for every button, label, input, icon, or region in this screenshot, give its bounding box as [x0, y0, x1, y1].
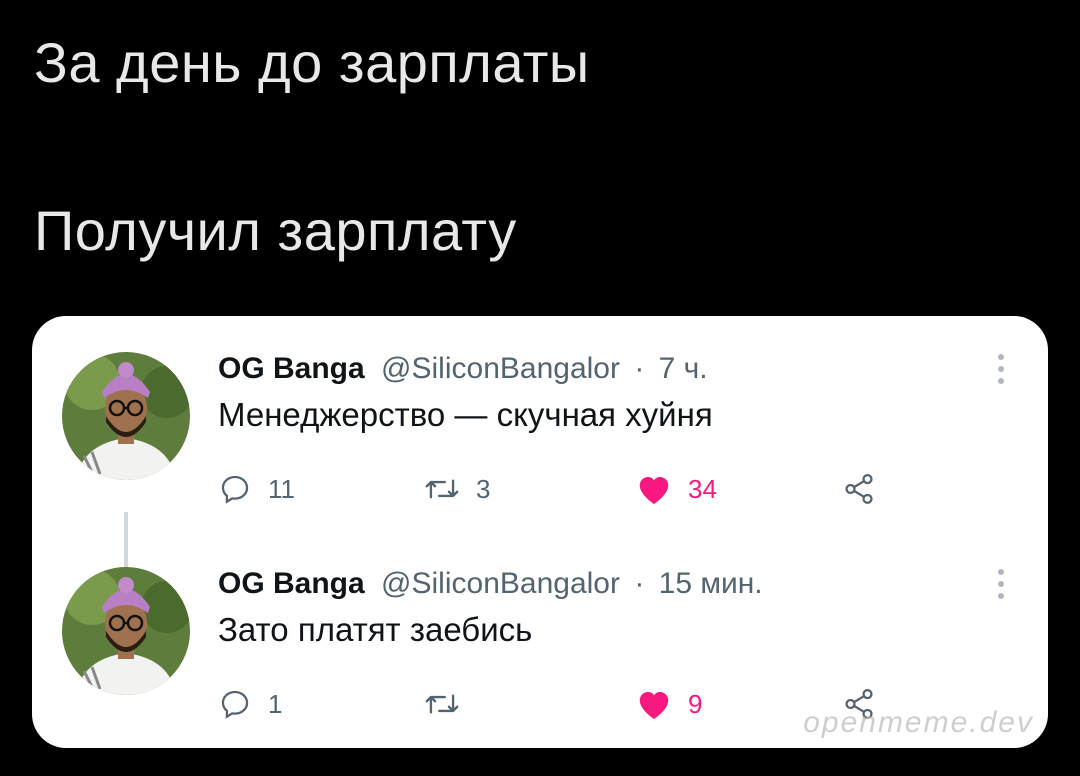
watermark: openmeme.dev	[803, 706, 1034, 739]
reply-icon	[221, 475, 249, 504]
reply-count: 1	[268, 688, 283, 719]
retweet-button[interactable]: 3	[424, 472, 490, 506]
separator: ·	[634, 352, 645, 385]
tweet-header: OG Banga @SiliconBangalor · 7 ч.	[218, 352, 708, 386]
more-options-icon[interactable]	[998, 569, 1006, 599]
heart-icon	[639, 692, 669, 719]
caption-bottom: Получил зарплату	[34, 199, 517, 262]
retweet-button[interactable]	[424, 687, 476, 721]
avatar[interactable]	[62, 567, 190, 695]
like-count: 34	[688, 473, 717, 504]
user-handle[interactable]: @SiliconBangalor	[381, 352, 620, 385]
avatar[interactable]	[62, 352, 190, 480]
tweet-actions: 11 3 34	[32, 472, 1048, 512]
retweet-count: 3	[476, 473, 491, 504]
separator: ·	[634, 567, 645, 600]
tweet-header: OG Banga @SiliconBangalor · 15 мин.	[218, 567, 763, 601]
like-button[interactable]: 34	[636, 472, 717, 506]
tweet-text: Зато платят заебись	[218, 611, 533, 648]
reply-count: 11	[268, 473, 295, 504]
user-handle[interactable]: @SiliconBangalor	[381, 567, 620, 600]
reply-icon	[221, 690, 249, 719]
more-options-icon[interactable]	[998, 354, 1006, 384]
retweet-icon	[425, 694, 459, 714]
share-button[interactable]	[842, 472, 876, 506]
display-name[interactable]: OG Banga	[218, 567, 365, 600]
like-count: 9	[688, 688, 703, 719]
like-button[interactable]: 9	[636, 687, 702, 721]
reply-button[interactable]: 1	[218, 687, 282, 721]
reply-button[interactable]: 11	[218, 472, 295, 506]
heart-icon	[639, 477, 669, 504]
tweet-card: OG Banga @SiliconBangalor · 7 ч. Менедже…	[32, 316, 1048, 748]
timestamp[interactable]: 7 ч.	[659, 352, 708, 385]
retweet-icon	[425, 479, 459, 499]
tweet-text: Менеджерство — скучная хуйня	[218, 396, 713, 433]
timestamp[interactable]: 15 мин.	[659, 567, 763, 600]
tweet[interactable]: OG Banga @SiliconBangalor · 7 ч. Менедже…	[32, 346, 1048, 588]
share-icon	[845, 473, 873, 505]
caption-top: За день до зарплаты	[34, 31, 590, 94]
display-name[interactable]: OG Banga	[218, 352, 365, 385]
